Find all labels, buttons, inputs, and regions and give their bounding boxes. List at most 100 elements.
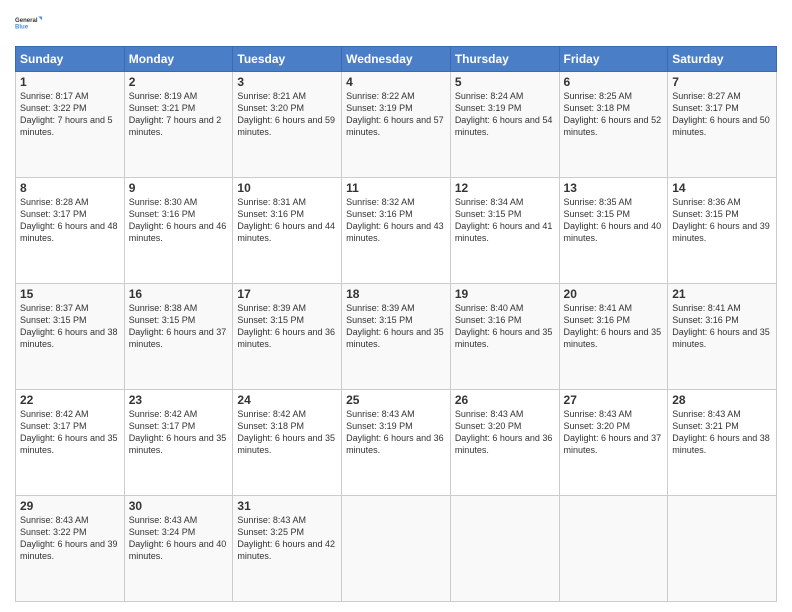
day-number: 12 [455,181,555,195]
day-number: 14 [672,181,772,195]
weekday-header: Saturday [668,47,777,72]
calendar-cell: 18Sunrise: 8:39 AMSunset: 3:15 PMDayligh… [342,284,451,390]
calendar-cell: 16Sunrise: 8:38 AMSunset: 3:15 PMDayligh… [124,284,233,390]
weekday-header: Friday [559,47,668,72]
day-number: 23 [129,393,229,407]
day-number: 30 [129,499,229,513]
day-info: Sunrise: 8:25 AMSunset: 3:18 PMDaylight:… [564,90,664,139]
day-info: Sunrise: 8:24 AMSunset: 3:19 PMDaylight:… [455,90,555,139]
calendar-cell: 4Sunrise: 8:22 AMSunset: 3:19 PMDaylight… [342,72,451,178]
day-info: Sunrise: 8:22 AMSunset: 3:19 PMDaylight:… [346,90,446,139]
calendar-cell: 20Sunrise: 8:41 AMSunset: 3:16 PMDayligh… [559,284,668,390]
day-info: Sunrise: 8:34 AMSunset: 3:15 PMDaylight:… [455,196,555,245]
day-info: Sunrise: 8:41 AMSunset: 3:16 PMDaylight:… [672,302,772,351]
calendar-cell: 19Sunrise: 8:40 AMSunset: 3:16 PMDayligh… [450,284,559,390]
weekday-header: Tuesday [233,47,342,72]
calendar-cell [559,496,668,602]
day-info: Sunrise: 8:39 AMSunset: 3:15 PMDaylight:… [346,302,446,351]
calendar-cell: 14Sunrise: 8:36 AMSunset: 3:15 PMDayligh… [668,178,777,284]
day-number: 5 [455,75,555,89]
calendar-cell: 28Sunrise: 8:43 AMSunset: 3:21 PMDayligh… [668,390,777,496]
day-number: 19 [455,287,555,301]
day-number: 24 [237,393,337,407]
day-number: 17 [237,287,337,301]
header: General Blue [15,10,777,38]
day-number: 9 [129,181,229,195]
calendar-cell: 10Sunrise: 8:31 AMSunset: 3:16 PMDayligh… [233,178,342,284]
calendar-cell: 3Sunrise: 8:21 AMSunset: 3:20 PMDaylight… [233,72,342,178]
calendar-cell: 23Sunrise: 8:42 AMSunset: 3:17 PMDayligh… [124,390,233,496]
weekday-header: Thursday [450,47,559,72]
calendar-cell [450,496,559,602]
day-info: Sunrise: 8:32 AMSunset: 3:16 PMDaylight:… [346,196,446,245]
calendar-cell: 26Sunrise: 8:43 AMSunset: 3:20 PMDayligh… [450,390,559,496]
calendar-cell: 27Sunrise: 8:43 AMSunset: 3:20 PMDayligh… [559,390,668,496]
day-info: Sunrise: 8:43 AMSunset: 3:19 PMDaylight:… [346,408,446,457]
calendar-cell: 29Sunrise: 8:43 AMSunset: 3:22 PMDayligh… [16,496,125,602]
day-info: Sunrise: 8:35 AMSunset: 3:15 PMDaylight:… [564,196,664,245]
page: General Blue SundayMondayTuesdayWednesda… [0,0,792,612]
day-info: Sunrise: 8:31 AMSunset: 3:16 PMDaylight:… [237,196,337,245]
calendar-cell: 24Sunrise: 8:42 AMSunset: 3:18 PMDayligh… [233,390,342,496]
day-number: 21 [672,287,772,301]
day-number: 3 [237,75,337,89]
day-info: Sunrise: 8:39 AMSunset: 3:15 PMDaylight:… [237,302,337,351]
day-info: Sunrise: 8:41 AMSunset: 3:16 PMDaylight:… [564,302,664,351]
day-info: Sunrise: 8:42 AMSunset: 3:18 PMDaylight:… [237,408,337,457]
calendar-cell [342,496,451,602]
day-info: Sunrise: 8:43 AMSunset: 3:20 PMDaylight:… [455,408,555,457]
day-info: Sunrise: 8:43 AMSunset: 3:20 PMDaylight:… [564,408,664,457]
day-number: 20 [564,287,664,301]
calendar-cell: 13Sunrise: 8:35 AMSunset: 3:15 PMDayligh… [559,178,668,284]
day-info: Sunrise: 8:40 AMSunset: 3:16 PMDaylight:… [455,302,555,351]
calendar-cell: 6Sunrise: 8:25 AMSunset: 3:18 PMDaylight… [559,72,668,178]
day-number: 4 [346,75,446,89]
day-number: 22 [20,393,120,407]
day-info: Sunrise: 8:30 AMSunset: 3:16 PMDaylight:… [129,196,229,245]
day-number: 6 [564,75,664,89]
calendar-cell: 12Sunrise: 8:34 AMSunset: 3:15 PMDayligh… [450,178,559,284]
day-info: Sunrise: 8:38 AMSunset: 3:15 PMDaylight:… [129,302,229,351]
calendar-cell: 8Sunrise: 8:28 AMSunset: 3:17 PMDaylight… [16,178,125,284]
calendar: SundayMondayTuesdayWednesdayThursdayFrid… [15,46,777,602]
calendar-cell: 30Sunrise: 8:43 AMSunset: 3:24 PMDayligh… [124,496,233,602]
calendar-cell [668,496,777,602]
day-info: Sunrise: 8:42 AMSunset: 3:17 PMDaylight:… [20,408,120,457]
day-number: 1 [20,75,120,89]
logo-icon: General Blue [15,10,43,38]
day-number: 8 [20,181,120,195]
day-number: 10 [237,181,337,195]
day-info: Sunrise: 8:43 AMSunset: 3:25 PMDaylight:… [237,514,337,563]
calendar-cell: 25Sunrise: 8:43 AMSunset: 3:19 PMDayligh… [342,390,451,496]
day-number: 29 [20,499,120,513]
day-info: Sunrise: 8:43 AMSunset: 3:24 PMDaylight:… [129,514,229,563]
weekday-header: Wednesday [342,47,451,72]
day-info: Sunrise: 8:43 AMSunset: 3:22 PMDaylight:… [20,514,120,563]
day-info: Sunrise: 8:37 AMSunset: 3:15 PMDaylight:… [20,302,120,351]
calendar-cell: 2Sunrise: 8:19 AMSunset: 3:21 PMDaylight… [124,72,233,178]
day-info: Sunrise: 8:43 AMSunset: 3:21 PMDaylight:… [672,408,772,457]
calendar-cell: 9Sunrise: 8:30 AMSunset: 3:16 PMDaylight… [124,178,233,284]
day-number: 16 [129,287,229,301]
day-info: Sunrise: 8:19 AMSunset: 3:21 PMDaylight:… [129,90,229,139]
day-number: 2 [129,75,229,89]
day-info: Sunrise: 8:27 AMSunset: 3:17 PMDaylight:… [672,90,772,139]
day-number: 11 [346,181,446,195]
svg-text:General: General [15,18,38,24]
calendar-cell: 15Sunrise: 8:37 AMSunset: 3:15 PMDayligh… [16,284,125,390]
day-info: Sunrise: 8:42 AMSunset: 3:17 PMDaylight:… [129,408,229,457]
weekday-header: Monday [124,47,233,72]
day-number: 28 [672,393,772,407]
day-info: Sunrise: 8:21 AMSunset: 3:20 PMDaylight:… [237,90,337,139]
calendar-cell: 21Sunrise: 8:41 AMSunset: 3:16 PMDayligh… [668,284,777,390]
calendar-cell: 1Sunrise: 8:17 AMSunset: 3:22 PMDaylight… [16,72,125,178]
calendar-cell: 22Sunrise: 8:42 AMSunset: 3:17 PMDayligh… [16,390,125,496]
calendar-cell: 7Sunrise: 8:27 AMSunset: 3:17 PMDaylight… [668,72,777,178]
day-number: 18 [346,287,446,301]
calendar-cell: 17Sunrise: 8:39 AMSunset: 3:15 PMDayligh… [233,284,342,390]
day-info: Sunrise: 8:28 AMSunset: 3:17 PMDaylight:… [20,196,120,245]
weekday-header: Sunday [16,47,125,72]
day-number: 7 [672,75,772,89]
day-number: 13 [564,181,664,195]
day-number: 26 [455,393,555,407]
